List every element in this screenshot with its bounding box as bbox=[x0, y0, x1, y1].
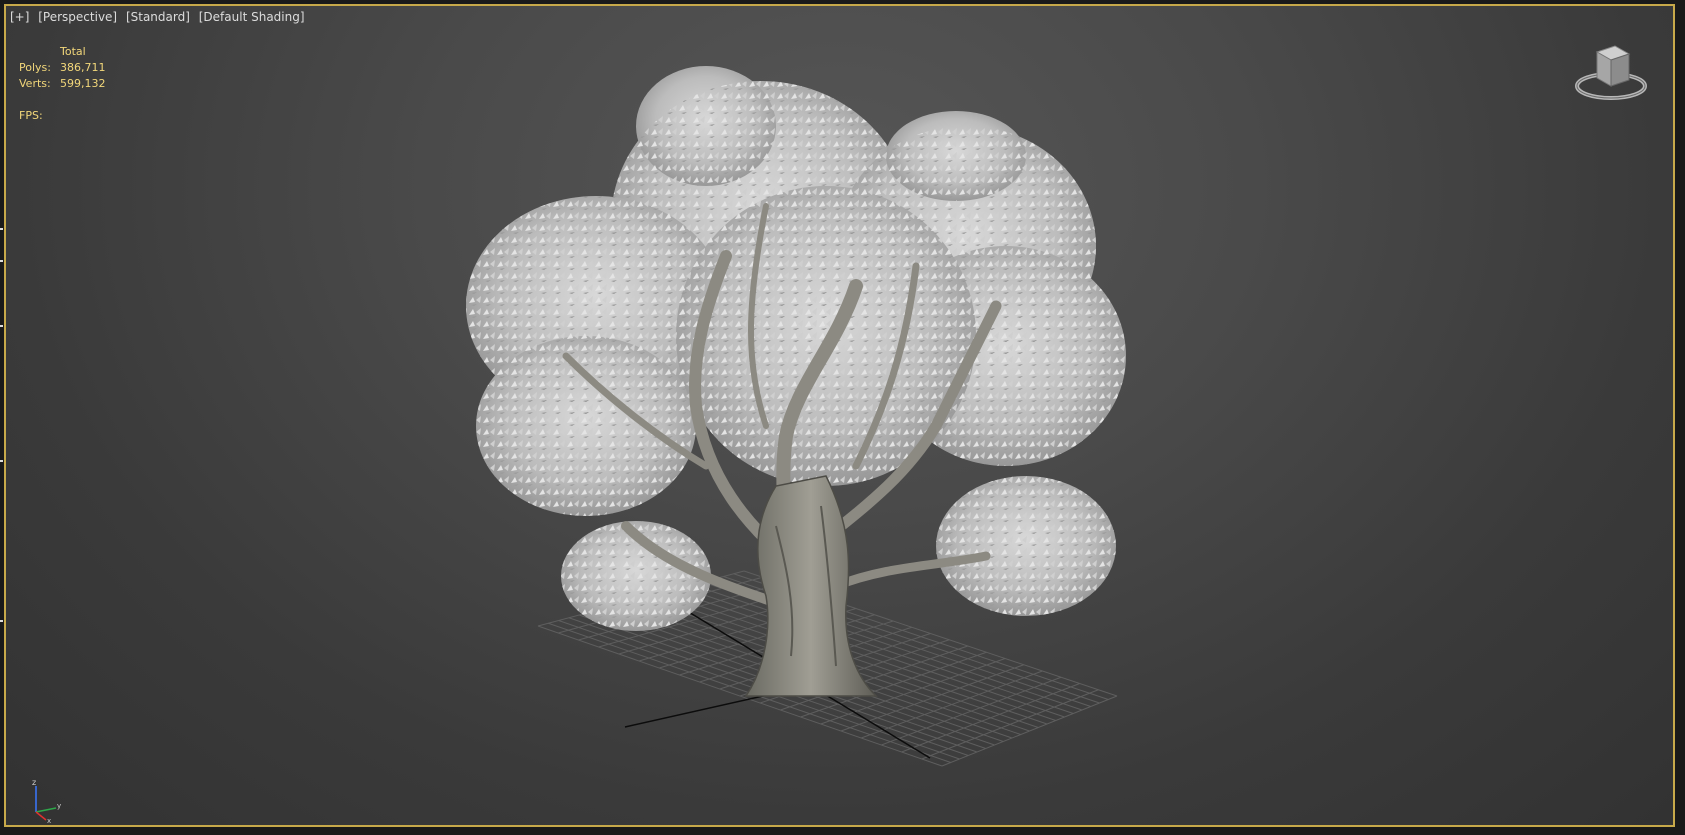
viewport-shading-menu[interactable]: [Standard] bbox=[126, 10, 190, 24]
grid-line bbox=[921, 689, 1099, 760]
viewport-point-of-view-menu[interactable]: [Perspective] bbox=[38, 10, 117, 24]
viewport-label-menu: [+] [Perspective] [Standard] [Default Sh… bbox=[10, 10, 310, 24]
axis-z-label: z bbox=[32, 778, 36, 787]
fps-label: FPS: bbox=[19, 109, 43, 122]
grid-line bbox=[881, 676, 1062, 746]
viewport-visual-style-menu[interactable]: [Default Shading] bbox=[199, 10, 305, 24]
verts-label: Verts: bbox=[19, 77, 51, 90]
grid-line bbox=[901, 683, 1080, 753]
grid-line bbox=[941, 695, 1118, 767]
polys-label: Polys: bbox=[19, 61, 51, 74]
statistics-overlay: Total Polys: 386,711 Verts: 599,132 FPS: bbox=[19, 44, 106, 124]
tree-model[interactable] bbox=[466, 66, 1126, 697]
viewport-general-menu[interactable]: [+] bbox=[10, 10, 29, 24]
xyz-axis-tripod-icon: z x y bbox=[32, 778, 61, 824]
stats-header: Total bbox=[60, 45, 86, 58]
viewcube-navigation-icon[interactable] bbox=[1575, 42, 1647, 102]
polys-value: 386,711 bbox=[60, 61, 106, 74]
scene-render[interactable] bbox=[6, 6, 1673, 825]
verts-value: 599,132 bbox=[60, 77, 106, 90]
axis-y-label: y bbox=[57, 802, 61, 810]
perspective-viewport[interactable]: [+] [Perspective] [Standard] [Default Sh… bbox=[4, 4, 1675, 827]
axis-x-label: x bbox=[47, 817, 51, 824]
